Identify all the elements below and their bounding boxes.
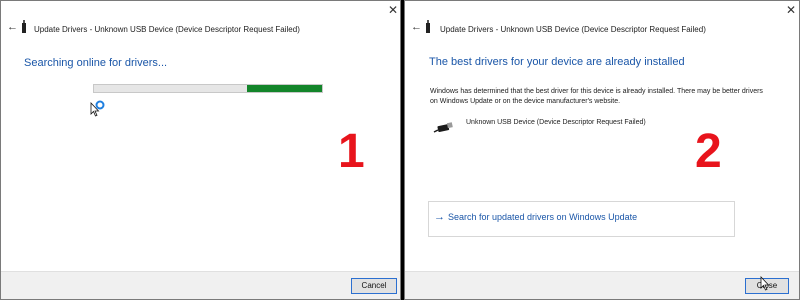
searching-heading: Searching online for drivers... [24, 57, 168, 69]
usb-icon [22, 20, 26, 33]
cancel-button[interactable]: Cancel [351, 278, 397, 294]
device-name: Unknown USB Device (Device Descriptor Re… [466, 119, 646, 126]
usb-icon [426, 20, 430, 33]
dialog-footer: Cancel [1, 271, 400, 299]
result-description: Windows has determined that the best dri… [430, 88, 763, 105]
busy-cursor-icon [90, 100, 105, 117]
progress-bar-fill [246, 85, 322, 92]
result-heading: The best drivers for your device are alr… [429, 56, 685, 68]
dialog-footer: Close [405, 271, 799, 299]
close-icon[interactable]: ✕ [786, 4, 796, 16]
title-bar: ← Update Drivers - Unknown USB Device (D… [405, 1, 799, 34]
window-title: Update Drivers - Unknown USB Device (Dev… [34, 25, 300, 34]
usb-icon [433, 122, 453, 133]
arrow-right-icon: → [434, 211, 445, 223]
windows-update-link-box[interactable]: → Search for updated drivers on Windows … [428, 201, 735, 237]
back-arrow-icon[interactable]: ← [7, 22, 18, 33]
windows-update-link[interactable]: Search for updated drivers on Windows Up… [448, 212, 637, 222]
step-number-2: 2 [695, 125, 722, 178]
mouse-pointer-icon [760, 276, 770, 291]
search-progress-bar [93, 84, 323, 93]
update-drivers-window-searching: ← Update Drivers - Unknown USB Device (D… [0, 0, 401, 300]
close-icon[interactable]: ✕ [388, 4, 398, 16]
update-drivers-window-result: ← Update Drivers - Unknown USB Device (D… [404, 0, 800, 300]
window-title: Update Drivers - Unknown USB Device (Dev… [440, 25, 706, 34]
back-arrow-icon[interactable]: ← [411, 22, 422, 33]
step-number-1: 1 [338, 125, 365, 178]
title-bar: ← Update Drivers - Unknown USB Device (D… [1, 1, 400, 34]
